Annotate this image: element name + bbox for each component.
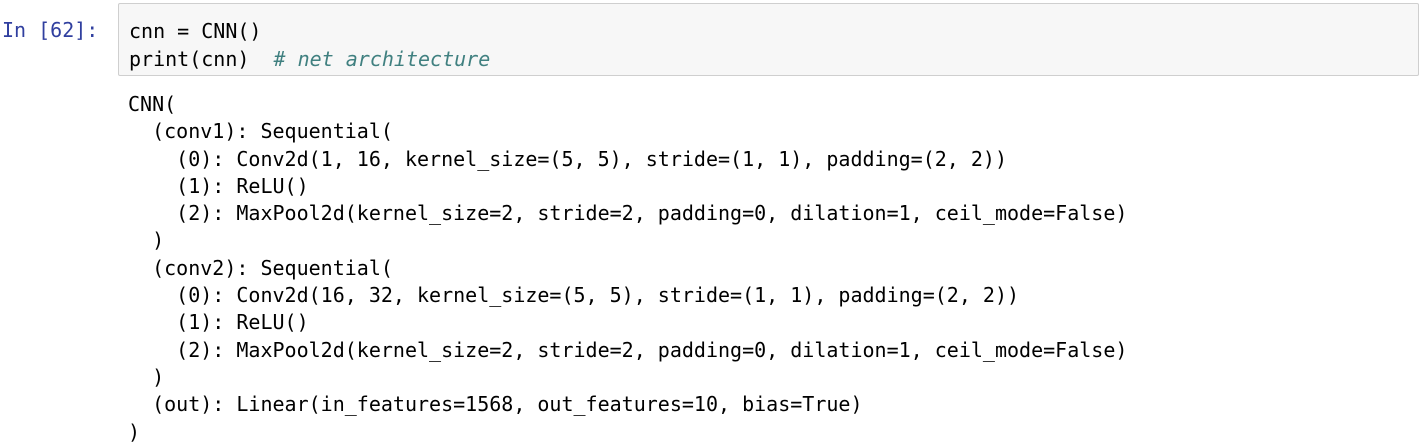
output-line: (2): MaxPool2d(kernel_size=2, stride=2, … (128, 201, 1128, 226)
code-line: cnn = CNN() (129, 17, 1418, 45)
cell-output-area: CNN( (conv1): Sequential( (0): Conv2d(1,… (128, 91, 1127, 446)
code-comment: # net architecture (273, 47, 491, 71)
output-line: ) (128, 228, 165, 253)
output-line: (2): MaxPool2d(kernel_size=2, stride=2, … (128, 337, 1128, 362)
code-line: print(cnn) # net architecture (129, 45, 1418, 73)
output-line: (out): Linear(in_features=1568, out_feat… (128, 392, 863, 417)
code-input-area[interactable]: cnn = CNN() print(cnn) # net architectur… (118, 3, 1419, 76)
output-line: (0): Conv2d(1, 16, kernel_size=(5, 5), s… (128, 146, 1007, 171)
code-text: print(cnn) (129, 47, 274, 71)
code-text: cnn = CNN() (129, 19, 262, 43)
output-line: ) (128, 364, 165, 389)
output-line: (conv1): Sequential( (128, 119, 393, 144)
output-line: (0): Conv2d(16, 32, kernel_size=(5, 5), … (128, 283, 1020, 308)
output-line: ) (128, 419, 141, 444)
input-prompt: In [62]: (2, 18, 99, 42)
output-line: (1): ReLU() (128, 173, 309, 198)
output-line: CNN( (128, 92, 177, 116)
output-line: (conv2): Sequential( (128, 255, 393, 280)
output-line: (1): ReLU() (128, 310, 309, 335)
